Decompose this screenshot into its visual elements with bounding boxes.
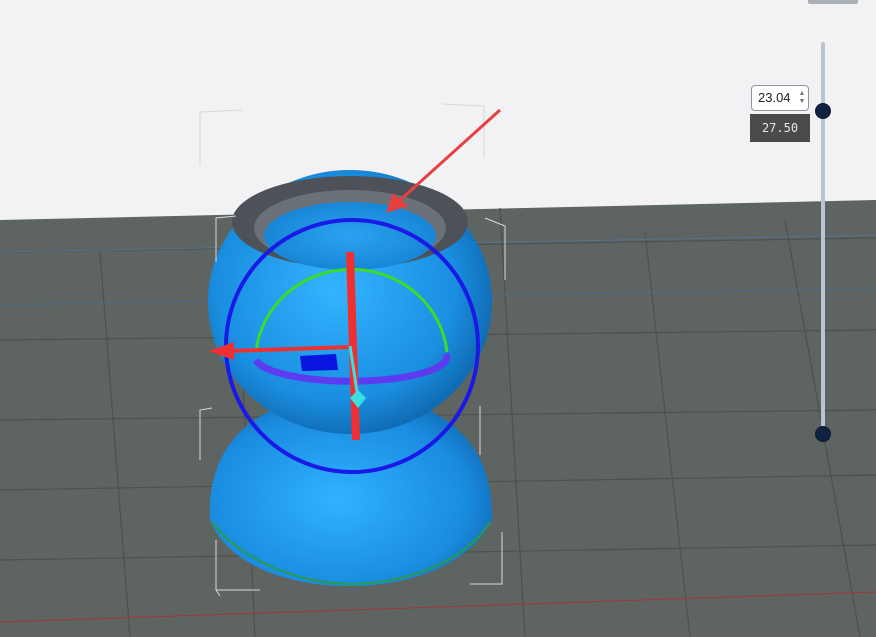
spin-up-icon[interactable]: ▲ bbox=[796, 90, 808, 98]
top-toolbar-tab[interactable] bbox=[808, 0, 858, 4]
layer-height-value[interactable]: 23.04 bbox=[752, 86, 796, 110]
spin-arrows[interactable]: ▲ ▼ bbox=[796, 86, 808, 110]
gizmo-plane-handle[interactable] bbox=[300, 354, 338, 371]
layer-slider-bottom-handle[interactable] bbox=[816, 427, 830, 441]
layer-height-spinbox[interactable]: 23.04 ▲ ▼ bbox=[751, 85, 809, 111]
spin-down-icon[interactable]: ▼ bbox=[796, 98, 808, 106]
3d-viewport[interactable] bbox=[0, 0, 876, 637]
max-height-label: 27.50 bbox=[750, 114, 810, 142]
layer-slider-top-handle[interactable] bbox=[816, 104, 830, 118]
layer-slider-track[interactable] bbox=[821, 42, 825, 436]
